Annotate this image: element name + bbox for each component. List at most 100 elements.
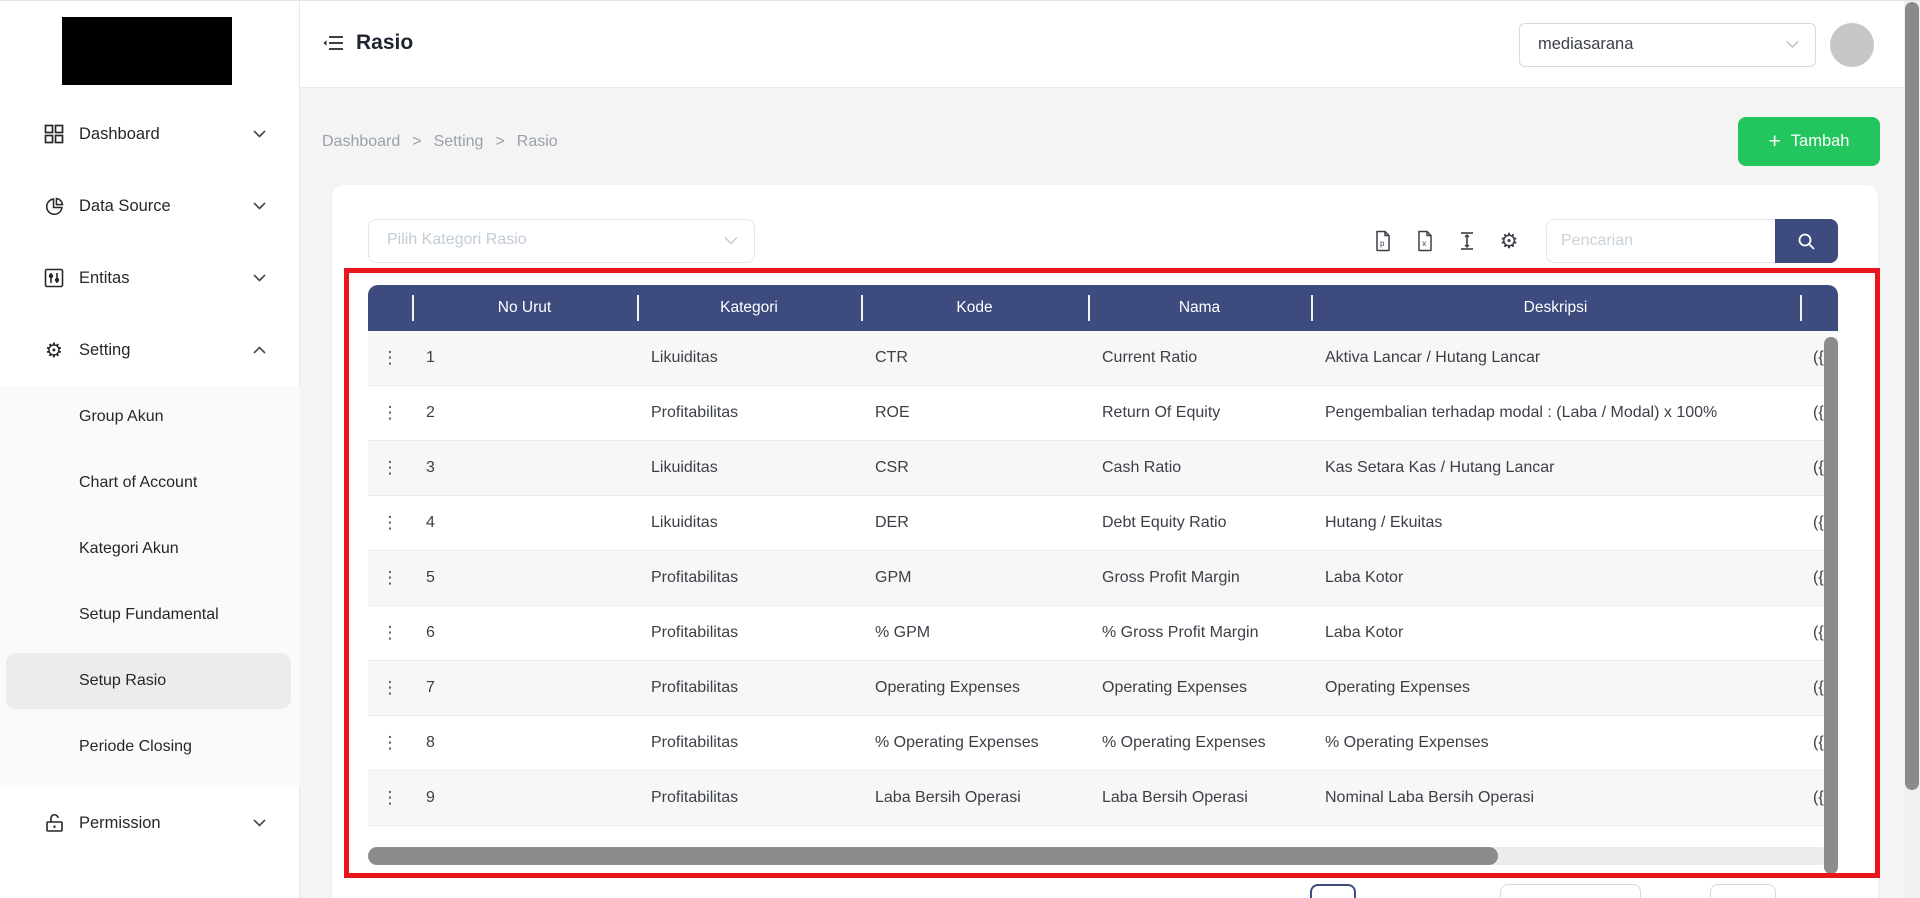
cell-nama: % Operating Expenses: [1088, 734, 1311, 752]
chevron-down-icon: [253, 819, 266, 827]
row-kebab-menu-icon[interactable]: ⋮: [368, 458, 412, 478]
text-height-icon[interactable]: [1455, 229, 1479, 253]
row-kebab-menu-icon[interactable]: ⋮: [368, 403, 412, 423]
add-button[interactable]: + Tambah: [1738, 117, 1880, 166]
pagination-page-button[interactable]: [1310, 884, 1356, 898]
table-row: ⋮ 3 Likuiditas CSR Cash Ratio Kas Setara…: [368, 441, 1838, 496]
cell-no-urut: 1: [412, 349, 637, 367]
table-row: ⋮ 2 Profitabilitas ROE Return Of Equity …: [368, 386, 1838, 441]
chevron-up-icon: [253, 346, 266, 354]
sidebar-item-label: Entitas: [79, 269, 129, 288]
table-vertical-scrollbar[interactable]: [1824, 337, 1838, 874]
sidebar-item-label: Group Akun: [79, 408, 164, 426]
search-input[interactable]: [1546, 219, 1775, 263]
table-row: ⋮ 1 Likuiditas CTR Current Ratio Aktiva …: [368, 331, 1838, 386]
breadcrumb-separator: >: [412, 133, 421, 151]
cell-nama: Current Ratio: [1088, 349, 1311, 367]
row-kebab-menu-icon[interactable]: ⋮: [368, 623, 412, 643]
sidebar-item-group-akun[interactable]: Group Akun: [0, 389, 300, 445]
cell-no-urut: 7: [412, 679, 637, 697]
table-row: ⋮ 4 Likuiditas DER Debt Equity Ratio Hut…: [368, 496, 1838, 551]
cell-no-urut: 9: [412, 789, 637, 807]
table-row: ⋮ 6 Profitabilitas % GPM % Gross Profit …: [368, 606, 1838, 661]
sidebar-item-label: Setup Rasio: [79, 672, 166, 690]
table-header-formula: [1800, 285, 1838, 331]
cell-deskripsi: Kas Setara Kas / Hutang Lancar: [1311, 459, 1800, 477]
cell-nama: Return Of Equity: [1088, 404, 1311, 422]
category-filter-placeholder: Pilih Kategori Rasio: [387, 231, 527, 249]
table-horizontal-scrollbar-thumb[interactable]: [368, 847, 1498, 865]
user-avatar[interactable]: [1830, 23, 1874, 67]
sidebar-item-chart-of-account[interactable]: Chart of Account: [0, 455, 300, 511]
cell-kode: CTR: [861, 349, 1088, 367]
cell-deskripsi: Aktiva Lancar / Hutang Lancar: [1311, 349, 1800, 367]
sidebar-item-permission[interactable]: Permission: [0, 798, 300, 848]
sidebar-item-label: Kategori Akun: [79, 540, 179, 558]
plus-icon: +: [1769, 131, 1781, 152]
cell-no-urut: 5: [412, 569, 637, 587]
file-excel-icon[interactable]: x: [1413, 229, 1437, 253]
table-header-kode: Kode: [861, 285, 1088, 331]
cell-kode: CSR: [861, 459, 1088, 477]
sidebar-item-setup-rasio[interactable]: Setup Rasio: [6, 653, 291, 709]
gear-icon: ⚙: [42, 338, 66, 362]
file-pdf-icon[interactable]: p: [1371, 229, 1395, 253]
breadcrumb-setting[interactable]: Setting: [434, 133, 484, 151]
cell-no-urut: 3: [412, 459, 637, 477]
menu-fold-icon[interactable]: [322, 33, 346, 57]
pagination-control[interactable]: [1710, 884, 1776, 898]
table-row: ⋮ 5 Profitabilitas GPM Gross Profit Marg…: [368, 551, 1838, 606]
cell-kategori: Profitabilitas: [637, 789, 861, 807]
row-kebab-menu-icon[interactable]: ⋮: [368, 348, 412, 368]
row-kebab-menu-icon[interactable]: ⋮: [368, 788, 412, 808]
cell-nama: Laba Bersih Operasi: [1088, 789, 1311, 807]
sidebar-item-data-source[interactable]: Data Source: [0, 181, 300, 231]
page-scrollbar-thumb[interactable]: [1905, 2, 1919, 790]
cell-kategori: Likuiditas: [637, 459, 861, 477]
page-scrollbar-track: [1904, 0, 1920, 898]
row-kebab-menu-icon[interactable]: ⋮: [368, 568, 412, 588]
cell-kategori: Profitabilitas: [637, 679, 861, 697]
svg-text:p: p: [1380, 239, 1385, 248]
cell-kode: Laba Bersih Operasi: [861, 789, 1088, 807]
cell-no-urut: 2: [412, 404, 637, 422]
rasio-table: No Urut Kategori Kode Nama Deskripsi ⋮ 1…: [368, 285, 1838, 826]
cell-kode: GPM: [861, 569, 1088, 587]
setting-submenu: Group Akun Chart of Account Kategori Aku…: [0, 386, 300, 787]
cell-kategori: Profitabilitas: [637, 624, 861, 642]
search-icon: [1797, 232, 1816, 251]
cell-kategori: Profitabilitas: [637, 734, 861, 752]
cell-no-urut: 4: [412, 514, 637, 532]
pagination-page-size-select[interactable]: [1500, 884, 1641, 898]
dashboard-grid-icon: [42, 122, 66, 146]
sidebar-item-setup-fundamental[interactable]: Setup Fundamental: [0, 587, 300, 643]
cell-kode: DER: [861, 514, 1088, 532]
row-kebab-menu-icon[interactable]: ⋮: [368, 678, 412, 698]
cell-no-urut: 6: [412, 624, 637, 642]
cell-deskripsi: Operating Expenses: [1311, 679, 1800, 697]
cell-kategori: Likuiditas: [637, 349, 861, 367]
row-kebab-menu-icon[interactable]: ⋮: [368, 733, 412, 753]
cell-nama: Gross Profit Margin: [1088, 569, 1311, 587]
sidebar-item-label: Periode Closing: [79, 738, 192, 756]
top-hairline: [0, 0, 1920, 1]
tenant-select-value: mediasarana: [1538, 35, 1633, 54]
breadcrumb-separator: >: [495, 133, 504, 151]
unlock-icon: [42, 811, 66, 835]
row-kebab-menu-icon[interactable]: ⋮: [368, 513, 412, 533]
sidebar-item-periode-closing[interactable]: Periode Closing: [0, 719, 300, 775]
category-filter-select[interactable]: Pilih Kategori Rasio: [368, 219, 755, 263]
search-button[interactable]: [1775, 219, 1838, 263]
add-button-label: Tambah: [1791, 132, 1850, 151]
breadcrumb-current: Rasio: [517, 133, 558, 151]
sidebar-item-setting[interactable]: ⚙ Setting: [0, 325, 300, 375]
tenant-select[interactable]: mediasarana: [1519, 23, 1816, 67]
sidebar-item-kategori-akun[interactable]: Kategori Akun: [0, 521, 300, 577]
gear-icon[interactable]: ⚙: [1497, 229, 1521, 253]
table-row: ⋮ 8 Profitabilitas % Operating Expenses …: [368, 716, 1838, 771]
sidebar-item-entitas[interactable]: Entitas: [0, 253, 300, 303]
cell-deskripsi: Laba Kotor: [1311, 624, 1800, 642]
cell-nama: Operating Expenses: [1088, 679, 1311, 697]
breadcrumb-dashboard[interactable]: Dashboard: [322, 133, 400, 151]
sidebar-item-dashboard[interactable]: Dashboard: [0, 109, 300, 159]
